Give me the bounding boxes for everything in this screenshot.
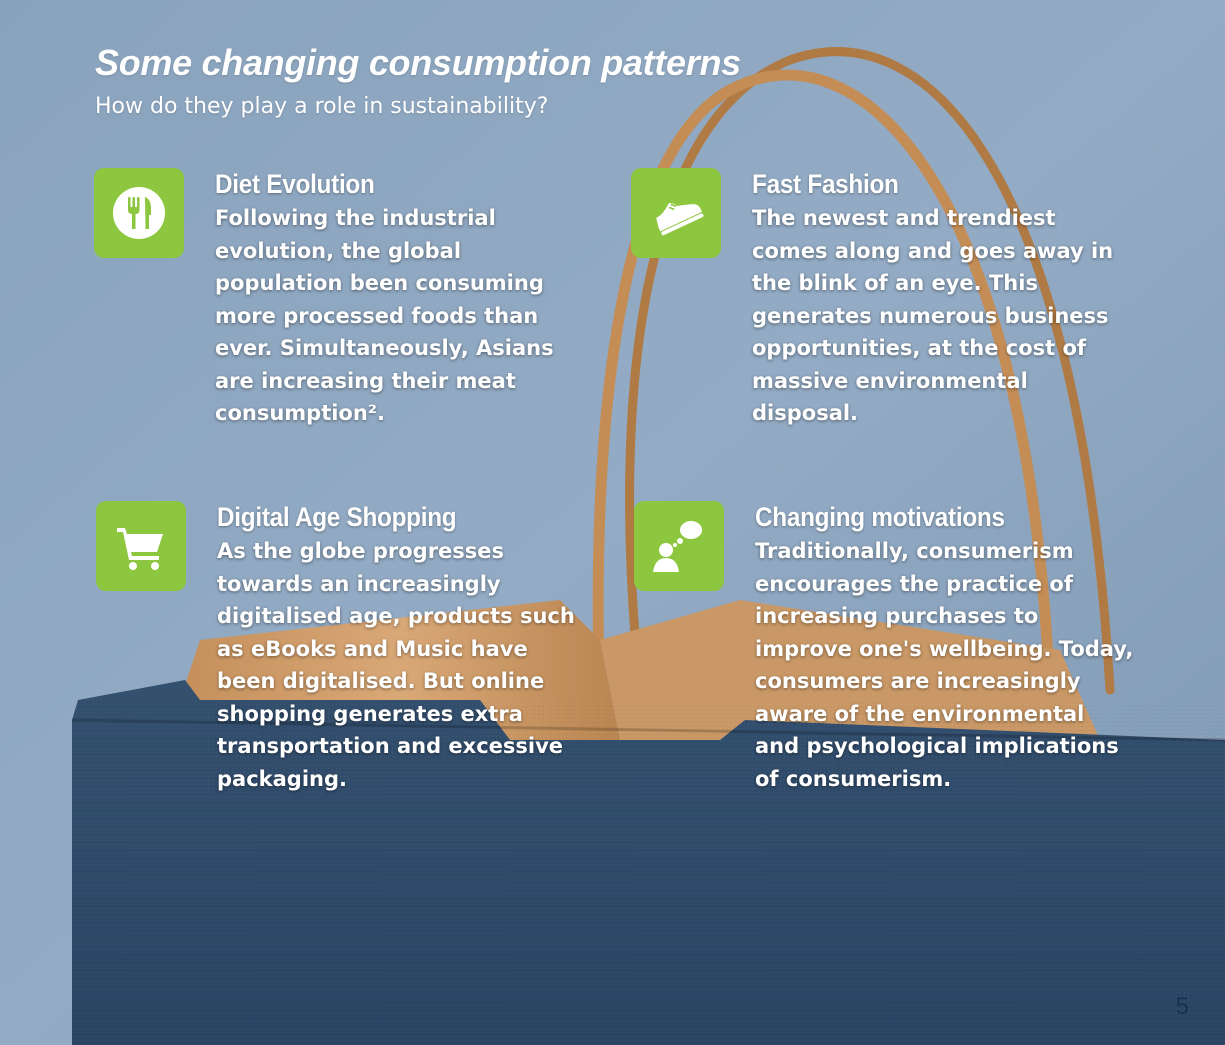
- card-text: Digital Age Shopping As the globe progre…: [217, 501, 597, 795]
- card-body: As the globe progresses towards an incre…: [217, 539, 575, 791]
- card-text: Changing motivations Traditionally, cons…: [755, 501, 1135, 795]
- card-text: Fast Fashion The newest and trendiest co…: [752, 168, 1132, 430]
- card-body: Following the industrial evolution, the …: [215, 206, 554, 425]
- card-body: Traditionally, consumerism encourages th…: [755, 539, 1134, 791]
- shopping-cart-icon: [96, 501, 186, 591]
- page-number: 5: [1175, 993, 1189, 1020]
- header: Some changing consumption patterns How d…: [95, 42, 741, 119]
- page-subtitle: How do they play a role in sustainabilit…: [95, 94, 549, 119]
- page-title: Some changing consumption patterns: [95, 42, 741, 83]
- card-title: Digital Age Shopping: [217, 502, 457, 532]
- thinking-person-icon: [634, 501, 724, 591]
- card-text: Diet Evolution Following the industrial …: [215, 168, 595, 430]
- shoe-icon: [631, 168, 721, 258]
- card-title: Changing motivations: [755, 502, 1005, 532]
- card-title: Diet Evolution: [215, 169, 375, 199]
- card-title: Fast Fashion: [752, 169, 899, 199]
- fork-knife-icon: [94, 168, 184, 258]
- card-body: The newest and trendiest comes along and…: [752, 206, 1114, 425]
